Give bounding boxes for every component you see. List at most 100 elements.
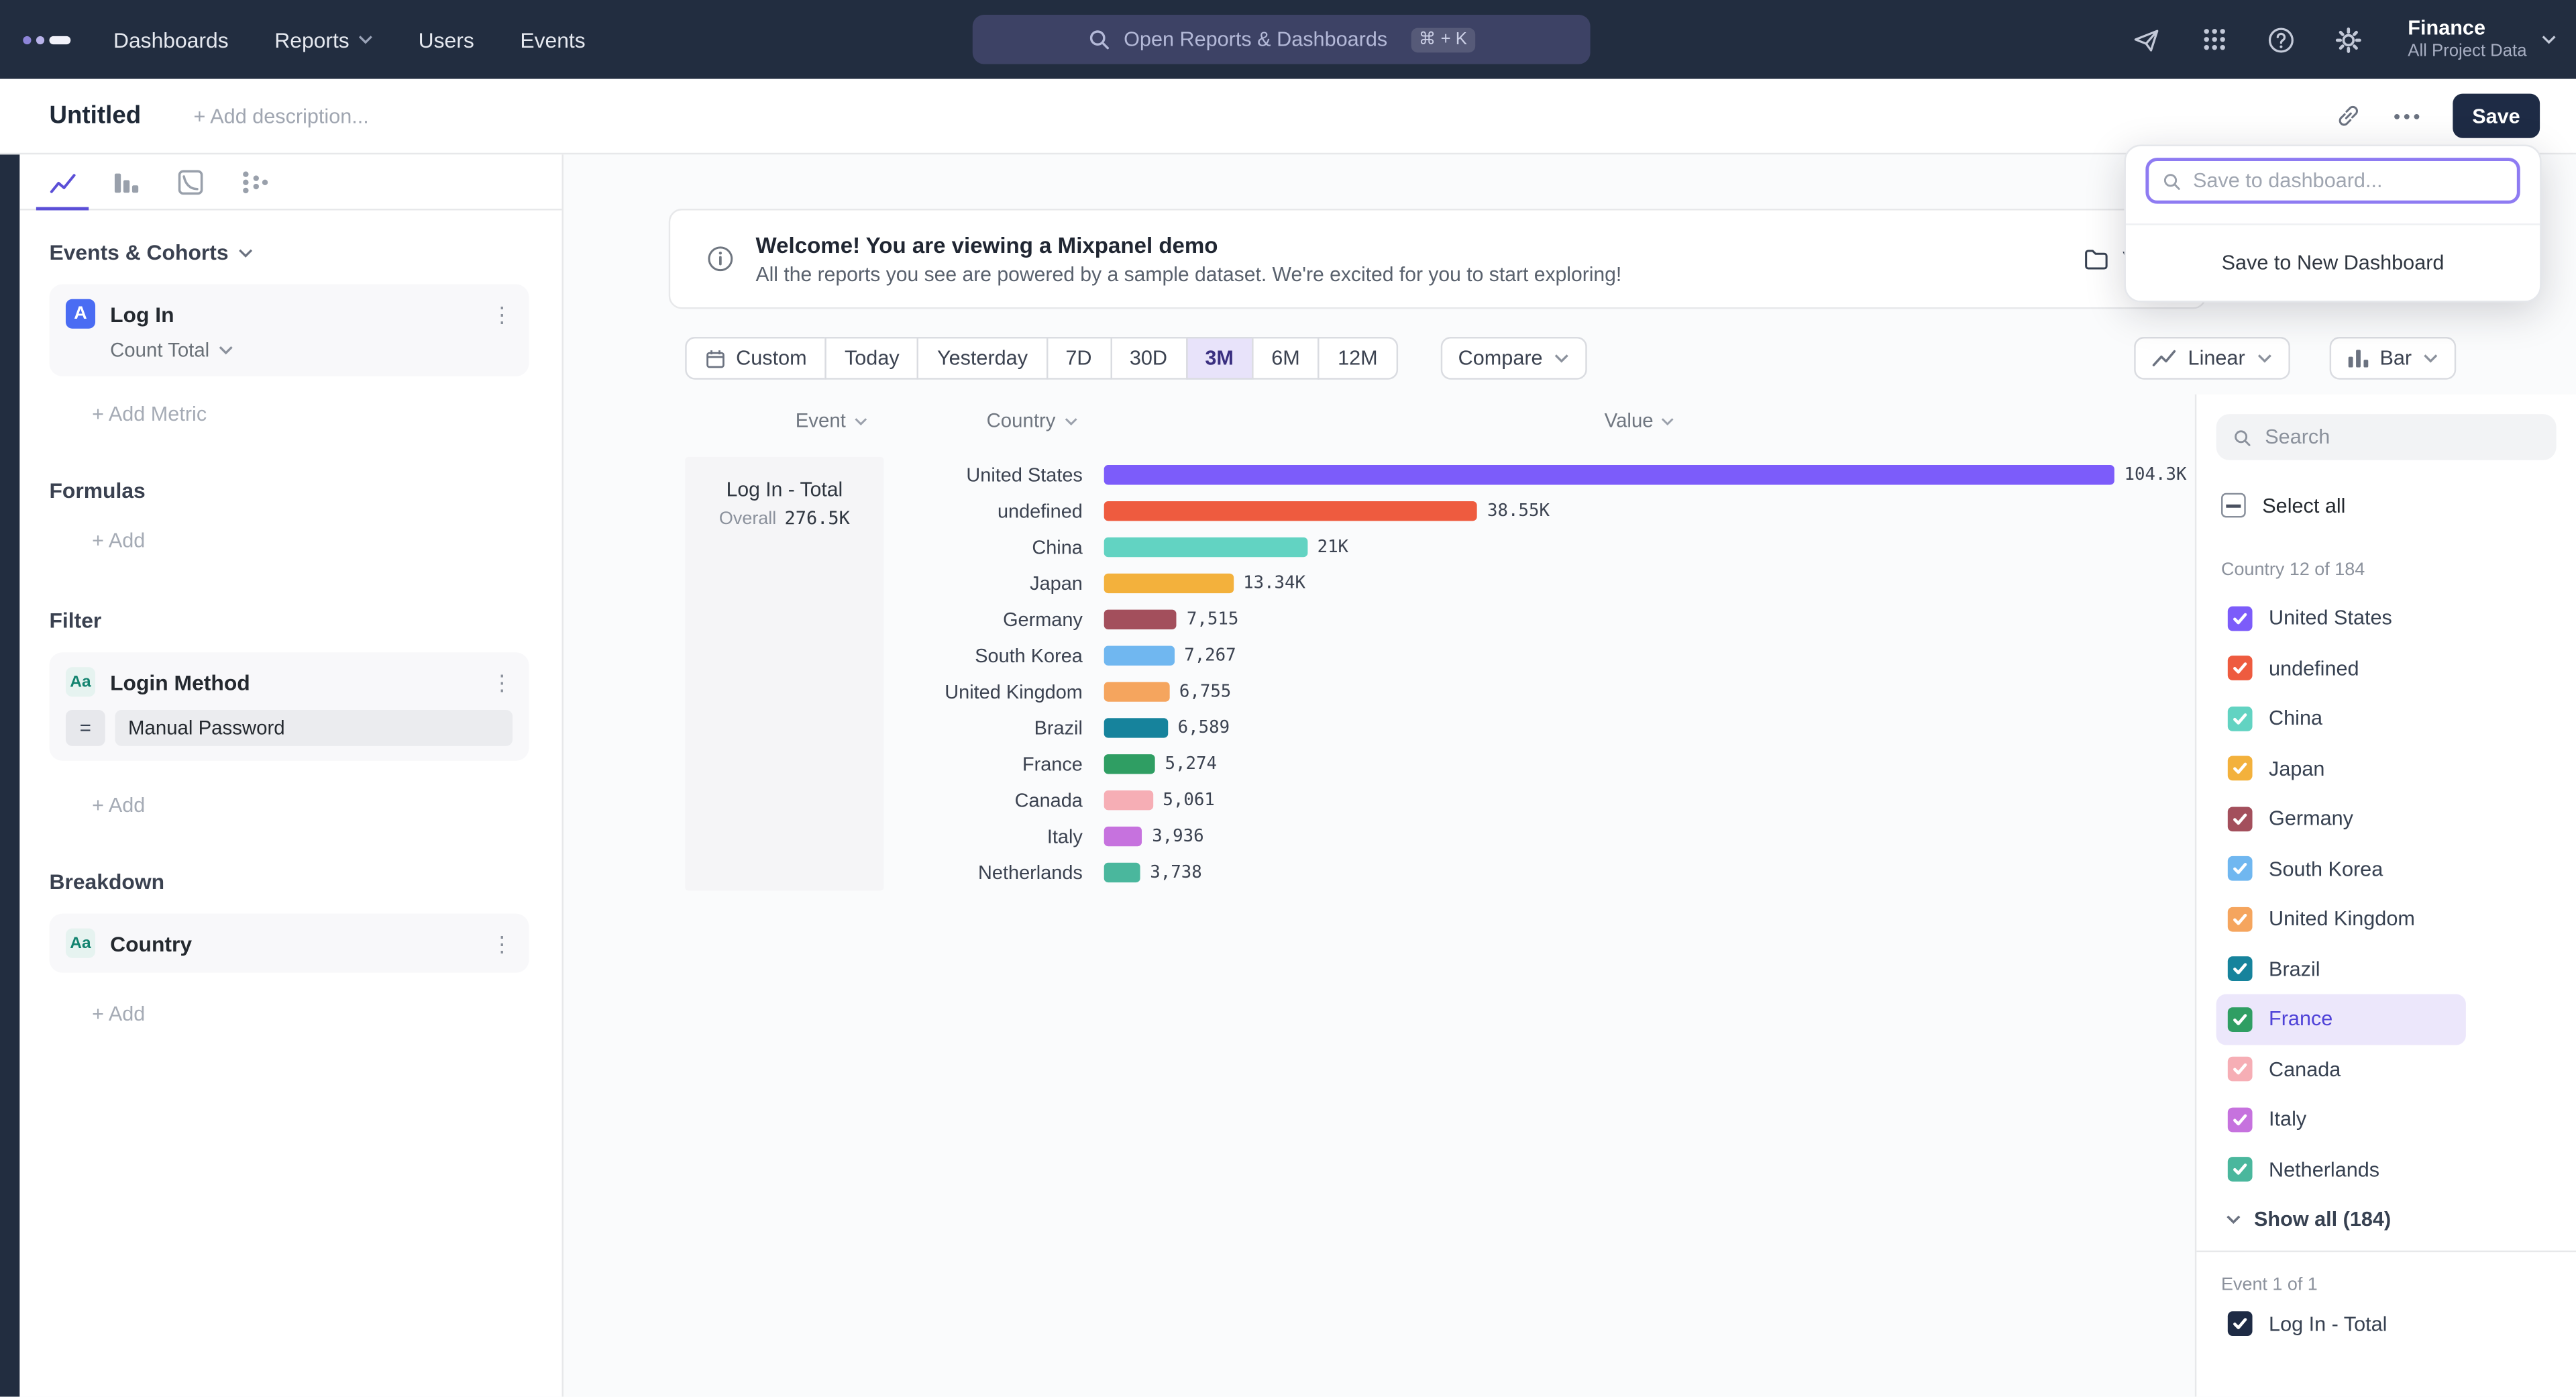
show-all-button[interactable]: Show all (184) xyxy=(2216,1208,2557,1231)
tab-insights[interactable] xyxy=(36,154,89,210)
compare-button[interactable]: Compare xyxy=(1440,337,1587,380)
select-all-row[interactable]: Select all xyxy=(2216,493,2557,518)
add-description-field[interactable]: + Add description... xyxy=(194,105,369,127)
checkbox[interactable] xyxy=(2228,1311,2253,1336)
checkbox[interactable] xyxy=(2228,1157,2253,1182)
aggregation-selector[interactable]: Count Total xyxy=(110,338,513,361)
add-breakdown-button[interactable]: + Add xyxy=(49,1002,529,1025)
range-6m[interactable]: 6M xyxy=(1252,337,1320,380)
global-search-button[interactable]: Open Reports & Dashboards ⌘ + K xyxy=(973,15,1591,64)
breakdown-card[interactable]: Aa Country ⋮ xyxy=(49,914,529,973)
scale-selector[interactable]: Linear xyxy=(2134,337,2290,380)
checkbox[interactable] xyxy=(2228,1057,2253,1082)
metric-card[interactable]: A Log In ⋮ Count Total xyxy=(49,284,529,376)
tab-flows[interactable] xyxy=(228,154,280,209)
event-cell[interactable]: Log In - Total Overall 276.5K xyxy=(685,457,883,891)
copy-link-button[interactable] xyxy=(2336,103,2361,128)
checkbox[interactable] xyxy=(2228,706,2253,731)
legend-item[interactable]: Germany xyxy=(2216,794,2466,844)
report-title[interactable]: Untitled xyxy=(49,102,141,130)
bar[interactable] xyxy=(1104,501,1478,521)
help-button[interactable] xyxy=(2263,21,2300,58)
nav-item-events[interactable]: Events xyxy=(520,27,585,52)
checkbox[interactable] xyxy=(2228,1007,2253,1032)
apps-grid-button[interactable] xyxy=(2196,21,2232,58)
legend-search[interactable] xyxy=(2216,414,2557,460)
add-formula-button[interactable]: + Add xyxy=(49,529,529,552)
bar[interactable] xyxy=(1104,645,1175,665)
checkbox[interactable] xyxy=(2228,606,2253,631)
range-30d[interactable]: 30D xyxy=(1110,337,1187,380)
checkbox[interactable] xyxy=(2228,807,2253,831)
tab-funnels[interactable] xyxy=(100,154,152,209)
tab-retention[interactable] xyxy=(164,154,217,209)
bar[interactable] xyxy=(1104,574,1234,593)
legend-item[interactable]: United Kingdom xyxy=(2216,894,2466,944)
bar[interactable] xyxy=(1104,682,1169,701)
filter-value[interactable]: Manual Password xyxy=(115,710,513,746)
dashboard-search-input[interactable] xyxy=(2193,169,2504,192)
popover-menu-item[interactable]: Save to New Dashboard xyxy=(2126,225,2540,301)
legend-item[interactable]: South Korea xyxy=(2216,844,2466,894)
checkbox[interactable] xyxy=(2228,756,2253,781)
kebab-menu-icon[interactable]: ⋮ xyxy=(491,933,513,954)
events-section-title[interactable]: Events & Cohorts xyxy=(49,240,529,265)
range-yesterday[interactable]: Yesterday xyxy=(918,337,1048,380)
project-selector[interactable]: Finance All Project Data xyxy=(2408,17,2556,62)
legend-item[interactable]: Netherlands xyxy=(2216,1145,2466,1195)
filter-property-name[interactable]: Login Method xyxy=(110,670,250,694)
checkbox[interactable] xyxy=(2228,1107,2253,1132)
legend-item[interactable]: Italy xyxy=(2216,1094,2466,1145)
range-7d[interactable]: 7D xyxy=(1046,337,1112,380)
bar[interactable] xyxy=(1104,754,1155,774)
bar[interactable] xyxy=(1104,863,1140,882)
checkbox[interactable] xyxy=(2228,907,2253,931)
add-metric-button[interactable]: + Add Metric xyxy=(49,403,529,425)
column-header-country[interactable]: Country xyxy=(958,409,1106,432)
column-header-label: Country xyxy=(987,409,1056,432)
breakdown-property-name[interactable]: Country xyxy=(110,931,192,955)
nav-item-reports[interactable]: Reports xyxy=(274,27,372,52)
bar[interactable] xyxy=(1104,790,1153,810)
range-today[interactable]: Today xyxy=(825,337,919,380)
bar[interactable] xyxy=(1104,465,2114,484)
legend-item[interactable]: France xyxy=(2216,994,2466,1045)
nav-item-users[interactable]: Users xyxy=(419,27,474,52)
settings-button[interactable] xyxy=(2330,21,2367,58)
legend-item[interactable]: China xyxy=(2216,693,2466,743)
dashboard-search[interactable] xyxy=(2145,158,2520,204)
range-label: 6M xyxy=(1271,347,1300,370)
bar[interactable] xyxy=(1104,827,1142,846)
legend-item[interactable]: Brazil xyxy=(2216,944,2466,994)
filter-card[interactable]: Aa Login Method ⋮ = Manual Password xyxy=(49,652,529,761)
legend-item[interactable]: United States xyxy=(2216,593,2466,643)
filter-operator[interactable]: = xyxy=(66,710,105,746)
kebab-menu-icon[interactable]: ⋮ xyxy=(491,671,513,692)
bar[interactable] xyxy=(1104,537,1307,557)
column-header-event[interactable]: Event xyxy=(757,409,905,432)
bar[interactable] xyxy=(1104,718,1168,737)
indeterminate-checkbox[interactable] xyxy=(2221,493,2246,518)
checkbox[interactable] xyxy=(2228,656,2253,681)
save-button[interactable]: Save xyxy=(2453,94,2540,138)
legend-search-input[interactable] xyxy=(2265,425,2540,448)
legend-item[interactable]: Canada xyxy=(2216,1044,2466,1094)
chart-type-selector[interactable]: Bar xyxy=(2329,337,2457,380)
legend-event-item[interactable]: Log In - Total xyxy=(2216,1311,2557,1336)
column-header-value[interactable]: Value xyxy=(1566,409,1713,432)
metric-name[interactable]: Log In xyxy=(110,301,174,326)
send-feedback-button[interactable] xyxy=(2129,21,2165,58)
legend-item[interactable]: undefined xyxy=(2216,643,2466,694)
checkbox[interactable] xyxy=(2228,957,2253,982)
nav-item-dashboards[interactable]: Dashboards xyxy=(113,27,229,52)
legend-item[interactable]: Japan xyxy=(2216,743,2466,794)
range-custom[interactable]: Custom xyxy=(685,337,826,380)
kebab-menu-icon[interactable]: ⋮ xyxy=(491,303,513,325)
checkbox[interactable] xyxy=(2228,857,2253,882)
more-options-button[interactable] xyxy=(2394,113,2420,119)
range-12m[interactable]: 12M xyxy=(1318,337,1397,380)
bar[interactable] xyxy=(1104,610,1177,629)
range-3m[interactable]: 3M xyxy=(1185,337,1253,380)
mixpanel-logo-icon[interactable] xyxy=(23,36,70,44)
add-filter-button[interactable]: + Add xyxy=(49,794,529,817)
